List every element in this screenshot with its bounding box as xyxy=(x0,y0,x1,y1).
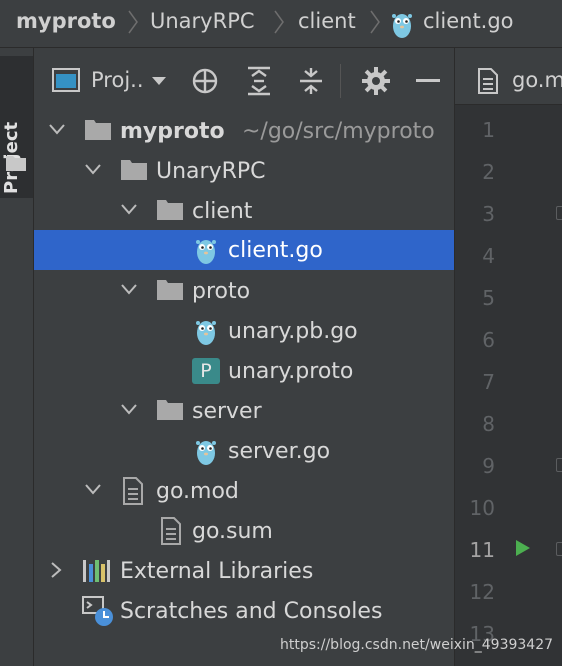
expand-all-icon[interactable] xyxy=(246,66,272,96)
tree-row-server-go[interactable]: server.go xyxy=(34,431,454,471)
fold-marker-icon[interactable] xyxy=(556,206,562,220)
folder-icon xyxy=(6,156,26,171)
editor-tab-bar: go.m xyxy=(455,56,562,105)
text-file-icon xyxy=(123,477,143,505)
breadcrumb-separator-icon xyxy=(128,10,138,34)
tree-row-server-dir[interactable]: server xyxy=(34,391,454,431)
hide-panel-icon[interactable] xyxy=(416,79,440,82)
tree-label-scratches: Scratches and Consoles xyxy=(120,599,383,624)
fold-marker-icon[interactable] xyxy=(556,542,562,556)
project-view-title[interactable]: Proj.. xyxy=(91,68,144,92)
folder-icon xyxy=(157,400,183,420)
proto-file-icon: P xyxy=(192,358,220,384)
line-number-current: 11 xyxy=(469,538,495,562)
tree-row-go-sum[interactable]: go.sum xyxy=(34,511,454,551)
line-number: 8 xyxy=(482,412,495,436)
project-tool-window-tab[interactable]: Project xyxy=(0,56,33,198)
tree-label-server-go: server.go xyxy=(228,439,331,464)
tree-row-external-libraries[interactable]: External Libraries xyxy=(34,551,454,591)
tree-label-client-go: client.go xyxy=(228,238,323,263)
go-gopher-icon xyxy=(196,240,216,264)
line-number: 12 xyxy=(469,580,495,604)
line-number: 10 xyxy=(469,496,495,520)
chevron-down-icon[interactable] xyxy=(120,283,138,295)
line-number: 2 xyxy=(482,160,495,184)
line-number: 6 xyxy=(482,328,495,352)
breadcrumb-separator-icon xyxy=(274,10,284,34)
scratches-console-icon xyxy=(82,596,113,626)
line-number: 5 xyxy=(482,286,495,310)
breadcrumb-item-myproto[interactable]: myproto xyxy=(16,9,116,33)
toolbar-divider xyxy=(340,64,341,98)
collapse-all-icon[interactable] xyxy=(298,66,324,96)
tree-label-go-sum: go.sum xyxy=(192,519,273,544)
chevron-right-icon[interactable] xyxy=(50,561,62,579)
tree-row-unary-proto[interactable]: P unary.proto xyxy=(34,351,454,391)
chevron-down-icon[interactable] xyxy=(120,203,138,215)
folder-icon xyxy=(157,200,183,220)
settings-gear-icon[interactable] xyxy=(362,67,390,95)
tree-row-client-dir[interactable]: client xyxy=(34,191,454,231)
locate-target-icon[interactable] xyxy=(190,66,220,96)
tree-row-myproto[interactable]: myproto ~/go/src/myproto xyxy=(34,111,454,151)
tree-label-go-mod: go.mod xyxy=(156,479,239,504)
tree-row-unary-pb-go[interactable]: unary.pb.go xyxy=(34,311,454,351)
folder-icon xyxy=(157,280,183,300)
dropdown-arrow-icon[interactable] xyxy=(151,76,167,86)
tree-label-unary-pb-go: unary.pb.go xyxy=(228,319,358,344)
tree-label-external-libraries: External Libraries xyxy=(120,559,314,584)
tree-row-client-go[interactable]: client.go xyxy=(34,230,454,270)
chevron-down-icon[interactable] xyxy=(48,123,66,135)
line-number: 7 xyxy=(482,370,495,394)
folder-icon xyxy=(121,160,147,180)
tree-label-server-dir: server xyxy=(192,399,262,424)
go-gopher-icon xyxy=(196,321,216,345)
tree-label-unaryrpc: UnaryRPC xyxy=(156,159,266,184)
tree-row-proto-dir[interactable]: proto xyxy=(34,271,454,311)
project-toolbar: Proj.. xyxy=(34,56,454,104)
project-view-icon[interactable] xyxy=(52,68,80,92)
tree-label-client-dir: client xyxy=(192,199,253,224)
fold-marker-icon[interactable] xyxy=(556,458,562,472)
editor-tab-go-mod[interactable]: go.m xyxy=(512,68,562,92)
breadcrumb-item-client[interactable]: client xyxy=(298,9,356,33)
breadcrumb-separator-icon xyxy=(370,10,380,34)
libraries-icon xyxy=(83,560,110,582)
line-number: 9 xyxy=(482,454,495,478)
go-gopher-icon xyxy=(392,14,412,38)
text-file-icon xyxy=(161,517,181,545)
chevron-down-icon[interactable] xyxy=(84,163,102,175)
watermark: https://blog.csdn.net/weixin_49393427 xyxy=(280,637,554,653)
tree-row-scratches[interactable]: Scratches and Consoles xyxy=(34,591,454,631)
tree-row-go-mod[interactable]: go.mod xyxy=(34,471,454,511)
go-gopher-icon xyxy=(196,441,216,465)
breadcrumb-item-client-go[interactable]: client.go xyxy=(423,9,514,33)
breadcrumb-item-unaryrpc[interactable]: UnaryRPC xyxy=(150,9,255,33)
chevron-down-icon[interactable] xyxy=(120,403,138,415)
tree-row-unaryrpc[interactable]: UnaryRPC xyxy=(34,151,454,191)
line-number: 4 xyxy=(482,244,495,268)
text-file-icon xyxy=(478,68,498,94)
tree-label-unary-proto: unary.proto xyxy=(228,359,354,384)
line-number: 3 xyxy=(482,202,495,226)
chevron-down-icon[interactable] xyxy=(84,483,102,495)
tree-path-myproto: ~/go/src/myproto xyxy=(242,119,435,144)
line-number: 1 xyxy=(482,118,495,142)
folder-icon xyxy=(85,120,111,140)
tree-label-myproto: myproto xyxy=(120,119,225,144)
tree-label-proto-dir: proto xyxy=(192,279,251,304)
run-arrow-icon[interactable] xyxy=(515,539,531,557)
